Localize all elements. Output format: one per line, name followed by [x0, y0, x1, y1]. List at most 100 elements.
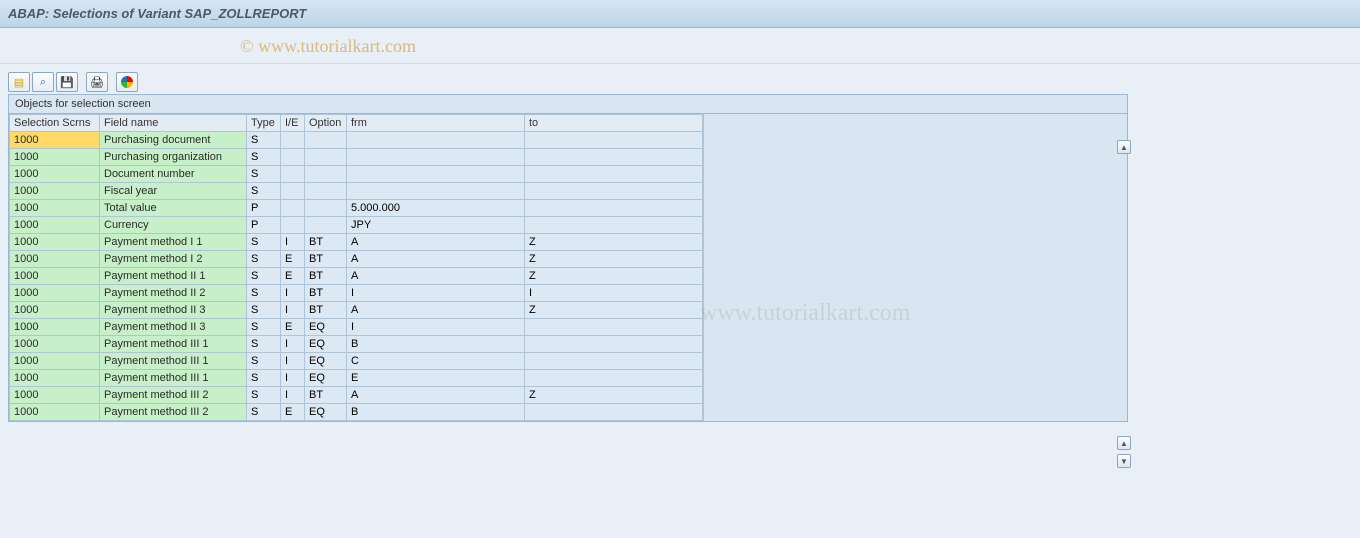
table-row[interactable]: 1000Total valueP5.000.000: [10, 200, 703, 217]
col-header-to[interactable]: to: [525, 115, 703, 132]
cell-selection-scrn[interactable]: 1000: [10, 268, 100, 285]
cell-option[interactable]: EQ: [305, 319, 347, 336]
cell-to[interactable]: Z: [525, 387, 703, 404]
cell-frm[interactable]: [347, 183, 525, 200]
cell-field-name[interactable]: Document number: [100, 166, 247, 183]
cell-type[interactable]: S: [247, 285, 281, 302]
cell-type[interactable]: S: [247, 149, 281, 166]
cell-selection-scrn[interactable]: 1000: [10, 285, 100, 302]
cell-frm[interactable]: A: [347, 234, 525, 251]
table-row[interactable]: 1000Payment method II 3SIBTAZ: [10, 302, 703, 319]
toolbar-btn-2[interactable]: ⌕: [32, 72, 54, 92]
cell-type[interactable]: P: [247, 200, 281, 217]
cell-ie[interactable]: [281, 149, 305, 166]
cell-option[interactable]: EQ: [305, 370, 347, 387]
cell-field-name[interactable]: Currency: [100, 217, 247, 234]
cell-to[interactable]: [525, 353, 703, 370]
cell-ie[interactable]: I: [281, 353, 305, 370]
cell-selection-scrn[interactable]: 1000: [10, 251, 100, 268]
cell-type[interactable]: S: [247, 183, 281, 200]
cell-selection-scrn[interactable]: 1000: [10, 132, 100, 149]
cell-frm[interactable]: C: [347, 353, 525, 370]
table-row[interactable]: 1000Payment method I 1SIBTAZ: [10, 234, 703, 251]
table-row[interactable]: 1000Document numberS: [10, 166, 703, 183]
cell-selection-scrn[interactable]: 1000: [10, 234, 100, 251]
cell-to[interactable]: [525, 319, 703, 336]
cell-type[interactable]: S: [247, 404, 281, 421]
table-row[interactable]: 1000Payment method I 2SEBTAZ: [10, 251, 703, 268]
cell-field-name[interactable]: Fiscal year: [100, 183, 247, 200]
cell-frm[interactable]: A: [347, 268, 525, 285]
col-header-field[interactable]: Field name: [100, 115, 247, 132]
table-row[interactable]: 1000Payment method II 2SIBTII: [10, 285, 703, 302]
cell-ie[interactable]: I: [281, 370, 305, 387]
cell-selection-scrn[interactable]: 1000: [10, 149, 100, 166]
cell-ie[interactable]: [281, 183, 305, 200]
cell-frm[interactable]: [347, 166, 525, 183]
col-header-option[interactable]: Option: [305, 115, 347, 132]
col-header-scr[interactable]: Selection Scrns: [10, 115, 100, 132]
table-row[interactable]: 1000Payment method II 1SEBTAZ: [10, 268, 703, 285]
cell-to[interactable]: [525, 149, 703, 166]
cell-option[interactable]: [305, 217, 347, 234]
cell-ie[interactable]: [281, 200, 305, 217]
cell-option[interactable]: [305, 183, 347, 200]
cell-type[interactable]: S: [247, 251, 281, 268]
cell-selection-scrn[interactable]: 1000: [10, 183, 100, 200]
cell-frm[interactable]: I: [347, 285, 525, 302]
cell-type[interactable]: S: [247, 319, 281, 336]
table-row[interactable]: 1000Payment method III 2SIBTAZ: [10, 387, 703, 404]
cell-frm[interactable]: E: [347, 370, 525, 387]
table-row[interactable]: 1000Purchasing organizationS: [10, 149, 703, 166]
cell-selection-scrn[interactable]: 1000: [10, 166, 100, 183]
table-row[interactable]: 1000CurrencyPJPY: [10, 217, 703, 234]
cell-selection-scrn[interactable]: 1000: [10, 200, 100, 217]
cell-ie[interactable]: I: [281, 234, 305, 251]
cell-ie[interactable]: E: [281, 404, 305, 421]
cell-selection-scrn[interactable]: 1000: [10, 217, 100, 234]
cell-ie[interactable]: [281, 217, 305, 234]
table-row[interactable]: 1000Payment method III 1SIEQE: [10, 370, 703, 387]
scroll-down-icon[interactable]: ▼: [1117, 454, 1131, 468]
cell-ie[interactable]: I: [281, 387, 305, 404]
table-row[interactable]: 1000Fiscal yearS: [10, 183, 703, 200]
cell-to[interactable]: [525, 132, 703, 149]
vertical-scrollbar[interactable]: ▲ ▲ ▼: [1115, 140, 1133, 468]
cell-to[interactable]: [525, 404, 703, 421]
cell-type[interactable]: S: [247, 132, 281, 149]
table-row[interactable]: 1000Payment method III 1SIEQB: [10, 336, 703, 353]
toolbar-btn-1[interactable]: ▤: [8, 72, 30, 92]
cell-field-name[interactable]: Payment method II 1: [100, 268, 247, 285]
col-header-ie[interactable]: I/E: [281, 115, 305, 132]
cell-option[interactable]: EQ: [305, 404, 347, 421]
cell-ie[interactable]: I: [281, 302, 305, 319]
cell-option[interactable]: BT: [305, 285, 347, 302]
cell-ie[interactable]: E: [281, 251, 305, 268]
cell-type[interactable]: S: [247, 268, 281, 285]
cell-frm[interactable]: A: [347, 302, 525, 319]
cell-field-name[interactable]: Purchasing organization: [100, 149, 247, 166]
cell-type[interactable]: S: [247, 353, 281, 370]
cell-ie[interactable]: [281, 132, 305, 149]
cell-type[interactable]: S: [247, 387, 281, 404]
cell-to[interactable]: [525, 370, 703, 387]
cell-option[interactable]: EQ: [305, 353, 347, 370]
cell-field-name[interactable]: Payment method III 1: [100, 353, 247, 370]
cell-to[interactable]: Z: [525, 234, 703, 251]
cell-to[interactable]: Z: [525, 268, 703, 285]
cell-frm[interactable]: I: [347, 319, 525, 336]
cell-selection-scrn[interactable]: 1000: [10, 370, 100, 387]
col-header-frm[interactable]: frm: [347, 115, 525, 132]
cell-option[interactable]: [305, 166, 347, 183]
cell-option[interactable]: BT: [305, 302, 347, 319]
cell-selection-scrn[interactable]: 1000: [10, 387, 100, 404]
cell-to[interactable]: [525, 217, 703, 234]
toolbar-btn-4[interactable]: 🖨: [86, 72, 108, 92]
toolbar-btn-5[interactable]: [116, 72, 138, 92]
cell-to[interactable]: [525, 200, 703, 217]
cell-option[interactable]: [305, 200, 347, 217]
cell-option[interactable]: [305, 132, 347, 149]
cell-field-name[interactable]: Payment method II 3: [100, 302, 247, 319]
cell-to[interactable]: [525, 166, 703, 183]
cell-selection-scrn[interactable]: 1000: [10, 404, 100, 421]
